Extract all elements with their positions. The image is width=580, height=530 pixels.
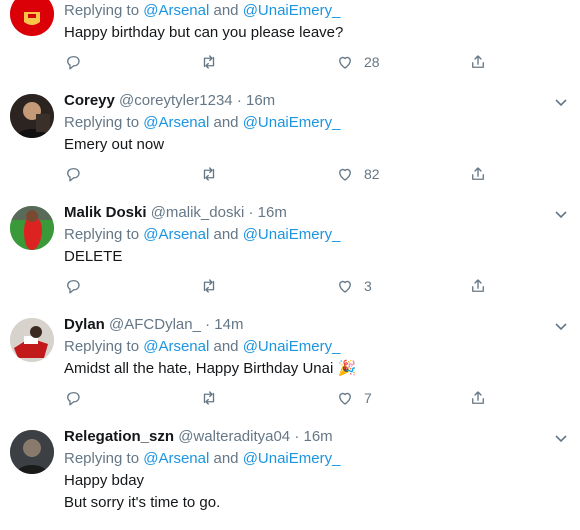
like-icon bbox=[339, 56, 351, 69]
reply-button[interactable] bbox=[64, 276, 82, 296]
like-button[interactable]: 3 bbox=[336, 276, 372, 296]
like-button[interactable]: 28 bbox=[336, 52, 380, 72]
mention-link[interactable]: @UnaiEmery_ bbox=[243, 2, 341, 19]
portrait-photo-icon bbox=[10, 430, 54, 474]
share-icon bbox=[472, 391, 484, 404]
tweet[interactable]: Malik Doski @malik_doski · 16m Replying … bbox=[0, 194, 580, 307]
share-icon bbox=[472, 167, 484, 180]
replying-to: Replying to @Arsenal and @UnaiEmery_ bbox=[64, 114, 341, 131]
reply-button[interactable] bbox=[64, 388, 82, 408]
display-name[interactable]: Dylan bbox=[64, 316, 105, 333]
like-button[interactable]: 82 bbox=[336, 164, 380, 184]
reply-icon bbox=[67, 168, 80, 182]
timestamp[interactable]: 16m bbox=[246, 92, 275, 109]
user-handle[interactable]: @malik_doski bbox=[151, 204, 245, 221]
user-photo-icon bbox=[10, 94, 54, 138]
display-name[interactable]: Coreyy bbox=[64, 92, 115, 109]
retweet-button[interactable] bbox=[200, 388, 218, 408]
avatar[interactable] bbox=[10, 0, 54, 36]
like-icon bbox=[339, 168, 351, 181]
retweet-icon bbox=[203, 167, 215, 181]
tweet-text: DELETE bbox=[64, 248, 123, 265]
timestamp[interactable]: 16m bbox=[258, 204, 287, 221]
tweet[interactable]: Dylan @AFCDylan_ · 14m Replying to @Arse… bbox=[0, 306, 580, 419]
avatar[interactable] bbox=[10, 318, 54, 362]
user-handle[interactable]: @coreytyler1234 bbox=[119, 92, 233, 109]
mention-link[interactable]: @UnaiEmery_ bbox=[243, 114, 341, 131]
replying-to: Replying to @Arsenal and @UnaiEmery_ bbox=[64, 226, 341, 243]
reply-icon bbox=[67, 280, 80, 294]
replying-to: Replying to @Arsenal and @UnaiEmery_ bbox=[64, 338, 341, 355]
avatar[interactable] bbox=[10, 206, 54, 250]
timestamp[interactable]: 16m bbox=[304, 428, 333, 445]
reply-button[interactable] bbox=[64, 164, 82, 184]
reply-icon bbox=[67, 392, 80, 406]
share-button[interactable] bbox=[469, 164, 487, 184]
retweet-icon bbox=[203, 55, 215, 69]
avatar[interactable] bbox=[10, 94, 54, 138]
tweet-text: Happy birthday but can you please leave? bbox=[64, 24, 344, 41]
like-count: 7 bbox=[364, 390, 372, 406]
mention-link[interactable]: @Arsenal bbox=[143, 450, 209, 467]
share-button[interactable] bbox=[469, 388, 487, 408]
tweet-header: Dylan @AFCDylan_ · 14m bbox=[64, 316, 244, 333]
party-popper-emoji: 🎉 bbox=[337, 360, 357, 377]
retweet-button[interactable] bbox=[200, 164, 218, 184]
mention-link[interactable]: @UnaiEmery_ bbox=[243, 450, 341, 467]
tweet-text: Amidst all the hate, Happy Birthday Unai… bbox=[64, 360, 357, 377]
tweet-header: Coreyy @coreytyler1234 · 16m bbox=[64, 92, 276, 109]
player-photo-icon bbox=[10, 318, 54, 362]
retweet-icon bbox=[203, 391, 215, 405]
share-button[interactable] bbox=[469, 52, 487, 72]
tweet-text-line: Happy bday bbox=[64, 472, 145, 489]
tweet-header: Malik Doski @malik_doski · 16m bbox=[64, 204, 287, 221]
mention-link[interactable]: @Arsenal bbox=[143, 114, 209, 131]
reply-button[interactable] bbox=[64, 52, 82, 72]
like-icon bbox=[339, 280, 351, 293]
mention-link[interactable]: @Arsenal bbox=[143, 338, 209, 355]
like-count: 3 bbox=[364, 278, 372, 294]
avatar[interactable] bbox=[10, 430, 54, 474]
retweet-icon bbox=[203, 279, 215, 293]
display-name[interactable]: Malik Doski bbox=[64, 204, 147, 221]
tweet-header: Relegation_szn @walteraditya04 · 16m bbox=[64, 428, 333, 445]
retweet-button[interactable] bbox=[200, 52, 218, 72]
replying-to: Replying to @Arsenal and @UnaiEmery_ bbox=[64, 2, 341, 19]
tweet[interactable]: Coreyy @coreytyler1234 · 16m Replying to… bbox=[0, 82, 580, 195]
retweet-button[interactable] bbox=[200, 276, 218, 296]
tweet[interactable]: Relegation_szn @walteraditya04 · 16m Rep… bbox=[0, 418, 580, 530]
mention-link[interactable]: @UnaiEmery_ bbox=[243, 338, 341, 355]
replying-to: Replying to @Arsenal and @UnaiEmery_ bbox=[64, 450, 341, 467]
like-count: 82 bbox=[364, 166, 380, 182]
share-icon bbox=[472, 55, 484, 68]
share-icon bbox=[472, 279, 484, 292]
tweet[interactable]: Replying to @Arsenal and @UnaiEmery_ Hap… bbox=[0, 0, 580, 83]
tweet-text: Emery out now bbox=[64, 136, 165, 153]
like-count: 28 bbox=[364, 54, 380, 70]
display-name[interactable]: Relegation_szn bbox=[64, 428, 174, 445]
user-handle[interactable]: @AFCDylan_ bbox=[109, 316, 201, 333]
arsenal-crest-icon bbox=[10, 0, 54, 36]
football-pitch-icon bbox=[10, 206, 54, 250]
user-handle[interactable]: @walteraditya04 bbox=[178, 428, 290, 445]
mention-link[interactable]: @Arsenal bbox=[143, 226, 209, 243]
mention-link[interactable]: @UnaiEmery_ bbox=[243, 226, 341, 243]
mention-link[interactable]: @Arsenal bbox=[143, 2, 209, 19]
like-icon bbox=[339, 392, 351, 405]
share-button[interactable] bbox=[469, 276, 487, 296]
like-button[interactable]: 7 bbox=[336, 388, 372, 408]
reply-icon bbox=[67, 56, 80, 70]
timestamp[interactable]: 14m bbox=[214, 316, 243, 333]
